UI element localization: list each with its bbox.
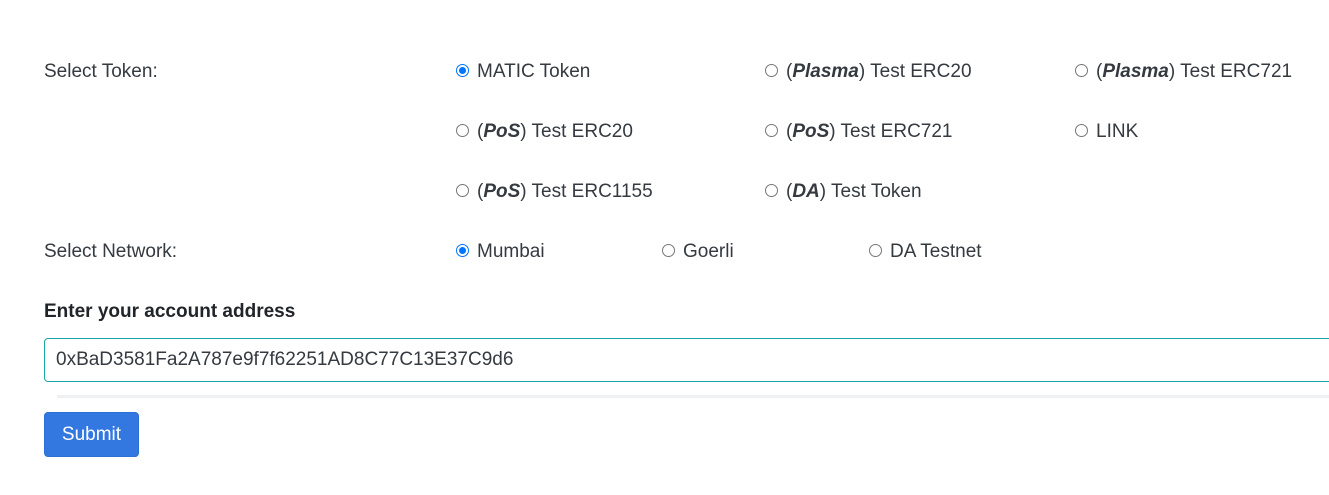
network-option-da-testnet[interactable]: DA Testnet: [869, 241, 982, 263]
token-option-plasma-erc20[interactable]: (Plasma) Test ERC20: [765, 61, 972, 83]
radio-button[interactable]: [1075, 123, 1088, 137]
radio-button[interactable]: [662, 243, 675, 257]
radio-button[interactable]: [869, 243, 882, 257]
radio-button[interactable]: [456, 183, 469, 197]
network-option-goerli[interactable]: Goerli: [662, 241, 734, 263]
select-token-label: Select Token:: [44, 61, 158, 82]
token-option-matic[interactable]: MATIC Token: [456, 61, 590, 83]
radio-button-checked[interactable]: [456, 63, 469, 77]
token-option-plasma-erc721[interactable]: (Plasma) Test ERC721: [1075, 61, 1292, 83]
submit-button[interactable]: Submit: [44, 412, 139, 457]
radio-button[interactable]: [765, 123, 778, 137]
token-option-da-test-token[interactable]: (DA) Test Token: [765, 181, 922, 203]
faucet-form: Select Token: MATIC Token (Plasma) Test …: [0, 0, 1329, 495]
radio-button[interactable]: [456, 123, 469, 137]
radio-button[interactable]: [765, 63, 778, 77]
select-network-label: Select Network:: [44, 241, 178, 262]
token-option-pos-erc20[interactable]: (PoS) Test ERC20: [456, 121, 633, 143]
network-option-mumbai[interactable]: Mumbai: [456, 241, 545, 263]
token-option-link[interactable]: LINK: [1075, 121, 1138, 143]
token-option-pos-erc721[interactable]: (PoS) Test ERC721: [765, 121, 952, 143]
token-option-pos-erc1155[interactable]: (PoS) Test ERC1155: [456, 181, 653, 203]
account-address-label: Enter your account address: [44, 301, 296, 322]
account-address-input[interactable]: [44, 338, 1329, 382]
divider: [57, 395, 1329, 398]
radio-button[interactable]: [765, 183, 778, 197]
radio-button[interactable]: [1075, 63, 1088, 77]
radio-button-checked[interactable]: [456, 243, 469, 257]
